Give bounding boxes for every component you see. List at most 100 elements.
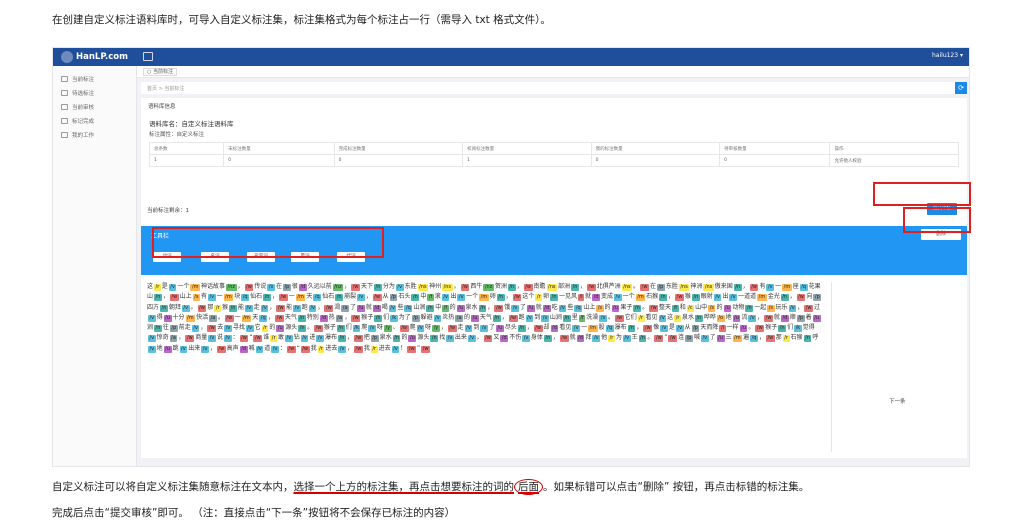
pos-tag[interactable]: /v	[316, 335, 325, 343]
word[interactable]: 跳	[173, 345, 179, 352]
pos-tag[interactable]: /w	[407, 345, 417, 353]
word[interactable]: 爬	[410, 324, 416, 331]
word[interactable]: 猴子	[361, 314, 373, 321]
word[interactable]: 尽头	[505, 324, 517, 331]
word[interactable]: 谁	[263, 334, 269, 341]
word[interactable]: 那	[207, 304, 213, 311]
pos-tag[interactable]: /p	[169, 325, 178, 333]
word[interactable]: ，	[580, 283, 586, 290]
word[interactable]: 有	[201, 293, 207, 300]
pos-tag[interactable]: /v	[224, 325, 232, 333]
word[interactable]: 道	[264, 345, 270, 352]
word[interactable]: 山上	[583, 304, 595, 311]
word[interactable]: 们	[346, 324, 352, 331]
word[interactable]: 去	[217, 324, 223, 331]
pos-tag[interactable]: /v	[388, 304, 397, 312]
word[interactable]: 傲来国	[715, 283, 733, 290]
pos-tag[interactable]: /n	[430, 335, 439, 343]
pos-tag[interactable]: /w	[494, 304, 504, 312]
pos-tag[interactable]: /w	[279, 294, 288, 302]
pos-tag[interactable]: /w	[447, 325, 457, 333]
word[interactable]: 瀑布	[615, 324, 627, 331]
pos-tag[interactable]: /w	[351, 314, 361, 322]
sidebar-item-done[interactable]: 标记完成	[53, 114, 136, 128]
sidebar-item-my-work[interactable]: 我的工作	[53, 128, 136, 142]
pos-tag[interactable]: /w	[351, 284, 361, 291]
pos-tag[interactable]: /n	[392, 335, 401, 343]
word[interactable]: 一道道	[738, 293, 756, 300]
pos-tag[interactable]: /n	[507, 284, 516, 291]
pos-tag[interactable]: /m	[782, 284, 792, 291]
pos-tag[interactable]: /t	[672, 304, 679, 312]
pos-tag[interactable]: /d	[780, 314, 789, 322]
pos-tag[interactable]: /n	[562, 314, 571, 322]
pos-tag[interactable]: /v	[729, 294, 738, 302]
word[interactable]: 是	[669, 324, 675, 331]
word[interactable]: 座	[793, 283, 799, 290]
sidebar-item-review[interactable]: 当前审核	[53, 100, 136, 114]
pos-tag[interactable]: /u	[812, 314, 821, 322]
pos-tag[interactable]: /v	[511, 304, 519, 312]
pos-tag[interactable]: /r	[154, 284, 161, 291]
word[interactable]: 喊	[694, 334, 700, 341]
pos-tag[interactable]: /p	[685, 335, 693, 343]
pos-tag[interactable]: /n	[780, 294, 789, 302]
pos-tag[interactable]: /n	[478, 304, 487, 312]
pos-tag[interactable]: /w	[324, 304, 334, 312]
pos-tag[interactable]: /u	[723, 304, 732, 312]
pos-tag[interactable]: /w	[314, 325, 323, 333]
pos-tag[interactable]: /n	[426, 304, 435, 312]
pos-tag[interactable]: /ns	[621, 284, 633, 291]
pos-tag[interactable]: /s	[192, 294, 200, 302]
next-button[interactable]: 下一条	[889, 397, 906, 405]
pos-tag[interactable]: /n	[154, 325, 162, 333]
word[interactable]: 那	[776, 334, 782, 341]
pos-tag[interactable]: /v	[788, 304, 797, 312]
word[interactable]: 洗澡	[586, 314, 598, 321]
pos-tag[interactable]: /n	[745, 304, 754, 312]
word[interactable]: 了	[350, 304, 356, 311]
word[interactable]: 泉水	[380, 334, 392, 341]
pos-tag[interactable]: /n	[298, 325, 307, 333]
pos-tag[interactable]: /a	[335, 314, 344, 322]
word[interactable]: 出来	[188, 345, 200, 352]
word[interactable]: 我	[364, 345, 370, 352]
word[interactable]: ，	[441, 324, 447, 331]
pos-tag[interactable]: /n	[633, 304, 642, 312]
word[interactable]: 瀑布	[325, 334, 337, 341]
pos-tag[interactable]: /p	[796, 314, 805, 322]
word[interactable]: 猴子	[324, 324, 336, 331]
word[interactable]: ，	[506, 293, 512, 300]
pos-tag[interactable]: /v	[467, 335, 476, 343]
pos-tag[interactable]: /s	[708, 304, 716, 312]
word[interactable]: 的	[605, 304, 611, 311]
word[interactable]: 们	[383, 314, 389, 321]
word[interactable]: 拜	[585, 334, 591, 341]
word[interactable]: ”	[417, 345, 420, 352]
pos-tag[interactable]: /r	[317, 345, 325, 353]
word[interactable]: 热	[329, 314, 335, 321]
word[interactable]: 了	[489, 324, 495, 331]
pos-tag[interactable]: /w	[508, 314, 518, 322]
pos-tag[interactable]: /v	[148, 345, 156, 353]
word[interactable]: ，	[347, 345, 353, 352]
pos-tag[interactable]: /k	[352, 325, 361, 333]
word[interactable]: 神洲	[690, 283, 702, 290]
word[interactable]: ，	[344, 283, 350, 290]
word[interactable]: ，	[668, 293, 674, 300]
word[interactable]: 四方	[147, 304, 159, 311]
word[interactable]: 泉水	[682, 314, 694, 321]
word[interactable]: 滚	[435, 293, 441, 300]
word[interactable]: 一	[775, 283, 781, 290]
pos-tag[interactable]: /f	[442, 304, 449, 312]
word[interactable]: 从	[685, 324, 691, 331]
pos-tag[interactable]: /q	[605, 325, 614, 333]
pos-tag[interactable]: /w	[244, 284, 254, 291]
word[interactable]: 三	[726, 334, 732, 341]
word[interactable]: 看见	[646, 314, 658, 321]
pos-tag[interactable]: /v	[416, 325, 425, 333]
pos-tag[interactable]: /w	[399, 325, 409, 333]
pos-tag[interactable]: /w	[614, 314, 624, 322]
word[interactable]: ，	[743, 283, 749, 290]
pos-tag[interactable]: /n	[778, 325, 787, 333]
